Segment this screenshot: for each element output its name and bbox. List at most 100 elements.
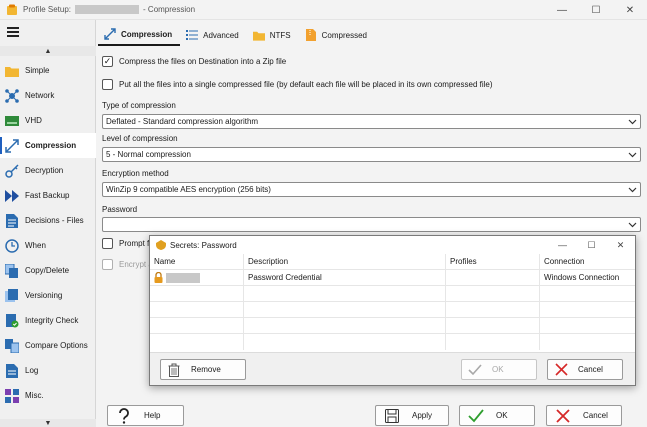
sidebar-item-network[interactable]: Network — [0, 83, 96, 108]
misc-icon — [5, 388, 19, 403]
cell-connection: Windows Connection — [544, 273, 620, 282]
lock-icon — [154, 272, 163, 283]
cell-description: Password Credential — [244, 270, 446, 285]
sidebar-scroll-up-button[interactable]: ▲ — [0, 46, 96, 56]
window-title-prefix: Profile Setup: — [23, 5, 72, 14]
sidebar-item-label: Integrity Check — [25, 316, 79, 325]
table-row-empty — [150, 318, 635, 334]
sidebar-item-label: Compression — [25, 141, 77, 150]
ok-button[interactable]: OK — [459, 405, 535, 426]
table-header: Name Description Profiles Connection — [150, 254, 635, 270]
sidebar-item-label: Misc. — [25, 391, 44, 400]
dialog-cancel-button[interactable]: Cancel — [547, 359, 623, 380]
sidebar-item-when[interactable]: When — [0, 233, 96, 258]
cancel-button[interactable]: Cancel — [546, 405, 622, 426]
prompt-checkbox-row[interactable]: Prompt fo — [102, 238, 154, 249]
column-header-connection[interactable]: Connection — [540, 254, 635, 269]
integrity-icon — [5, 313, 19, 328]
sidebar-item-label: Simple — [25, 66, 50, 75]
dialog-ok-button[interactable]: OK — [461, 359, 537, 380]
table-row[interactable]: Password Credential Windows Connection — [150, 270, 635, 286]
sidebar-item-vhd[interactable]: VHD — [0, 108, 96, 133]
help-button-label: Help — [144, 411, 161, 420]
dialog-maximize-button[interactable]: ☐ — [577, 236, 606, 254]
tab-compressed[interactable]: Compressed — [299, 24, 375, 46]
sidebar-item-decryption[interactable]: Decryption — [0, 158, 96, 183]
window-title: Profile Setup: - Compression — [23, 5, 195, 14]
secrets-table: Name Description Profiles Connection Pas… — [150, 254, 635, 352]
help-button[interactable]: Help — [107, 405, 184, 426]
table-row-empty — [150, 302, 635, 318]
compression-icon — [104, 28, 116, 40]
type-of-compression-select[interactable]: Deflated - Standard compression algorith… — [102, 114, 641, 129]
clock-icon — [5, 238, 19, 253]
sidebar-item-compression[interactable]: Compression — [0, 133, 96, 158]
single-file-checkbox[interactable] — [102, 79, 113, 90]
help-icon — [116, 407, 132, 424]
zip-checkbox[interactable]: ✓ — [102, 56, 113, 67]
sidebar-scroll-down-button[interactable]: ▼ — [0, 419, 96, 427]
cell-name — [150, 270, 244, 285]
cancel-button-label: Cancel — [583, 411, 608, 420]
sidebar-item-versioning[interactable]: Versioning — [0, 283, 96, 308]
level-of-compression-select[interactable]: 5 - Normal compression — [102, 147, 641, 162]
sidebar-item-compare-options[interactable]: Compare Options — [0, 333, 96, 358]
hamburger-menu-icon[interactable] — [7, 27, 19, 37]
secrets-icon — [156, 240, 166, 250]
chevron-down-icon — [628, 119, 637, 125]
encryption-method-select[interactable]: WinZip 9 compatible AES encryption (256 … — [102, 182, 641, 197]
dialog-close-button[interactable]: ✕ — [606, 236, 635, 254]
redacted-secret-name — [166, 272, 200, 283]
tab-ntfs[interactable]: NTFS — [247, 24, 299, 46]
sidebar-item-label: Compare Options — [25, 341, 88, 350]
zip-checkbox-row[interactable]: ✓ Compress the files on Destination into… — [102, 56, 286, 67]
encryption-method-value: WinZip 9 compatible AES encryption (256 … — [106, 185, 271, 194]
apply-button-label: Apply — [412, 411, 433, 420]
versioning-icon — [5, 288, 19, 303]
sidebar-item-label: Decisions - Files — [25, 216, 84, 225]
encryption-method-label: Encryption method — [102, 169, 169, 178]
table-row-empty — [150, 286, 635, 302]
sidebar-item-label: Versioning — [25, 291, 63, 300]
key-icon — [5, 163, 19, 178]
apply-button[interactable]: Apply — [375, 405, 449, 426]
type-of-compression-label: Type of compression — [102, 101, 176, 110]
sidebar-item-log[interactable]: Log — [0, 358, 96, 383]
checkmark-icon — [468, 363, 482, 377]
tab-label: Compressed — [321, 30, 367, 40]
single-file-checkbox-label: Put all the files into a single compress… — [119, 80, 493, 89]
sidebar-item-decisions-files[interactable]: Decisions - Files — [0, 208, 96, 233]
column-header-description[interactable]: Description — [244, 254, 446, 269]
column-header-name[interactable]: Name — [150, 254, 244, 269]
single-file-checkbox-row[interactable]: Put all the files into a single compress… — [102, 79, 493, 90]
prompt-checkbox[interactable] — [102, 238, 113, 249]
secrets-dialog: Secrets: Password — ☐ ✕ Name Description… — [149, 235, 636, 386]
tab-advanced[interactable]: Advanced — [180, 24, 247, 46]
sidebar-item-copy-delete[interactable]: Copy/Delete — [0, 258, 96, 283]
chevron-down-icon — [628, 187, 637, 193]
maximize-button[interactable]: ☐ — [579, 0, 613, 20]
encrypt-checkbox[interactable] — [102, 259, 113, 270]
sidebar-item-misc[interactable]: Misc. — [0, 383, 96, 408]
type-of-compression-value: Deflated - Standard compression algorith… — [106, 117, 259, 126]
cell-profiles — [446, 270, 540, 285]
app-icon — [7, 4, 17, 15]
minimize-button[interactable]: — — [545, 0, 579, 20]
dialog-title-bar: Secrets: Password — ☐ ✕ — [150, 236, 635, 254]
level-of-compression-label: Level of compression — [102, 134, 178, 143]
remove-button[interactable]: Remove — [160, 359, 246, 380]
tab-compression[interactable]: Compression — [98, 24, 181, 46]
log-icon — [5, 363, 19, 378]
chevron-down-icon — [628, 222, 637, 228]
folder-icon — [5, 64, 19, 78]
sidebar-item-fast-backup[interactable]: Fast Backup — [0, 183, 96, 208]
tab-label: Compression — [121, 29, 173, 39]
password-select[interactable] — [102, 217, 641, 232]
sidebar-item-label: VHD — [25, 116, 42, 125]
sidebar-item-integrity-check[interactable]: Integrity Check — [0, 308, 96, 333]
sidebar-item-simple[interactable]: Simple — [0, 58, 96, 83]
close-button[interactable]: ✕ — [613, 0, 647, 20]
dialog-minimize-button[interactable]: — — [548, 236, 577, 254]
column-header-profiles[interactable]: Profiles — [446, 254, 540, 269]
level-of-compression-value: 5 - Normal compression — [106, 150, 191, 159]
